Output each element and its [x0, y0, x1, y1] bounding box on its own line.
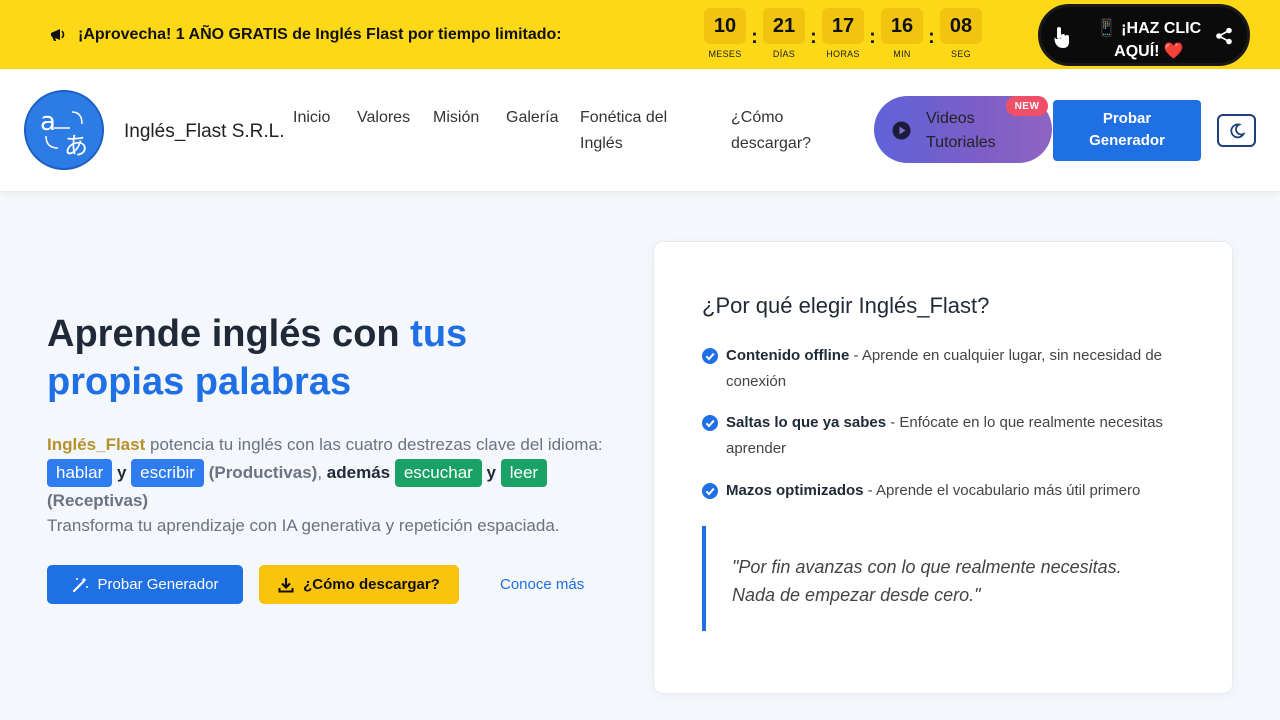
conjunction-y: y	[112, 463, 132, 482]
nav-link-mision[interactable]: Misión	[433, 105, 479, 131]
promo-text: ¡Aprovecha! 1 AÑO GRATIS de Inglés Flast…	[78, 26, 562, 43]
pointer-hand-icon	[1054, 27, 1069, 48]
countdown-separator: :	[751, 26, 758, 48]
probar-generador-label: Probar Generador	[97, 576, 219, 593]
skill-pill-escuchar: escuchar	[394, 459, 482, 487]
countdown-label: MESES	[708, 49, 742, 59]
check-circle-icon	[702, 415, 718, 431]
brand-logo[interactable]: a あ	[24, 90, 104, 170]
feature-text: Contenido offline - Aprende en cualquier…	[726, 343, 1182, 395]
countdown-separator: :	[869, 26, 876, 48]
hero-description: Inglés_Flast potencia tu inglés con las …	[47, 431, 607, 515]
megaphone-icon	[51, 29, 65, 41]
skill-pill-hablar: hablar	[47, 459, 113, 487]
click-here-line1: 📱 ¡HAZ CLIC	[1096, 20, 1202, 37]
feature-text: Mazos optimizados - Aprende el vocabular…	[726, 478, 1140, 504]
conjunction-y: y	[481, 463, 501, 482]
share-icon[interactable]	[1215, 27, 1233, 45]
countdown-value: 16	[881, 8, 923, 44]
como-descargar-button[interactable]: ¿Cómo descargar?	[259, 565, 459, 604]
feature-item: Mazos optimizados - Aprende el vocabular…	[702, 478, 1182, 504]
svg-text:あ: あ	[64, 132, 88, 160]
countdown-hours: 17 HORAS	[822, 8, 864, 59]
click-here-button[interactable]: 📱 ¡HAZ CLIC AQUÍ! ❤️	[1038, 4, 1250, 66]
download-icon	[278, 577, 294, 592]
click-here-line2: AQUÍ! ❤️	[1114, 43, 1184, 60]
card-title: ¿Por qué elegir Inglés_Flast?	[702, 293, 990, 318]
skill-pill-leer: leer	[500, 459, 548, 487]
countdown-minutes: 16 MIN	[881, 8, 923, 59]
countdown-value: 08	[940, 8, 982, 44]
feature-title: Contenido offline	[726, 347, 850, 364]
nav-link-fonetica[interactable]: Fonética del Inglés	[580, 105, 690, 157]
promo-bar: ¡Aprovecha! 1 AÑO GRATIS de Inglés Flast…	[0, 0, 1280, 69]
promo-message: ¡Aprovecha! 1 AÑO GRATIS de Inglés Flast…	[48, 25, 562, 45]
why-choose-card: ¿Por qué elegir Inglés_Flast? Contenido …	[653, 241, 1233, 694]
brand-name[interactable]: Inglés_Flast S.R.L.	[124, 121, 285, 143]
new-badge: NEW	[1006, 96, 1048, 116]
translate-icon: a あ	[40, 107, 88, 160]
countdown-value: 10	[704, 8, 746, 44]
countdown-value: 17	[822, 8, 864, 44]
feature-item: Saltas lo que ya sabes - Enfócate en lo …	[702, 410, 1182, 462]
skill-pill-escribir: escribir	[131, 459, 204, 487]
countdown-label: MIN	[893, 49, 911, 59]
hero-title-main: Aprende inglés con	[47, 313, 411, 355]
play-circle-icon	[892, 121, 911, 140]
countdown-days: 21 DÍAS	[763, 8, 805, 59]
countdown-label: DÍAS	[772, 49, 796, 59]
como-descargar-label: ¿Cómo descargar?	[303, 576, 440, 593]
feature-item: Contenido offline - Aprende en cualquier…	[702, 343, 1182, 395]
svg-text:a: a	[40, 107, 56, 137]
probar-generador-nav-label: Probar Generador	[1089, 110, 1165, 149]
countdown: 10 MESES : 21 DÍAS : 17 HORAS : 16 MIN :…	[704, 8, 982, 59]
feature-desc: - Aprende el vocabulario más útil primer…	[863, 482, 1141, 499]
countdown-months: 10 MESES	[704, 8, 746, 59]
hero-desc-brand: Inglés_Flast	[47, 435, 146, 454]
videos-tutoriales-label: Videos Tutoriales	[926, 110, 996, 151]
countdown-label: HORAS	[826, 49, 860, 59]
feature-title: Mazos optimizados	[726, 482, 864, 499]
ademas-text: además	[326, 463, 391, 482]
comma: ,	[317, 463, 327, 482]
conoce-mas-link[interactable]: Conoce más	[500, 576, 584, 593]
countdown-value: 21	[763, 8, 805, 44]
hero-subtext: Transforma tu aprendizaje con IA generat…	[47, 516, 560, 535]
magic-wand-icon	[72, 577, 88, 593]
theme-toggle-button[interactable]	[1217, 114, 1256, 147]
countdown-label: SEG	[951, 49, 971, 59]
nav-link-galeria[interactable]: Galería	[506, 105, 558, 131]
probar-generador-nav-button[interactable]: Probar Generador	[1053, 100, 1201, 161]
countdown-separator: :	[810, 26, 817, 48]
navbar: a あ Inglés_Flast S.R.L. Inicio Valores M…	[0, 69, 1280, 191]
nav-link-como-descargar[interactable]: ¿Cómo descargar?	[731, 105, 831, 157]
hero-title: Aprende inglés con tus propias palabras	[47, 310, 607, 406]
check-circle-icon	[702, 483, 718, 499]
nav-link-inicio[interactable]: Inicio	[293, 105, 330, 131]
countdown-seconds: 08 SEG	[940, 8, 982, 59]
testimonial-quote: "Por fin avanzas con lo que realmente ne…	[702, 526, 1162, 631]
moon-icon	[1229, 123, 1245, 138]
click-here-label: 📱 ¡HAZ CLIC AQUÍ! ❤️	[1089, 17, 1209, 63]
feature-text: Saltas lo que ya sabes - Enfócate en lo …	[726, 410, 1182, 462]
hero-desc-text: potencia tu inglés con las cuatro destre…	[145, 435, 603, 454]
countdown-separator: :	[928, 26, 935, 48]
probar-generador-button[interactable]: Probar Generador	[47, 565, 243, 604]
nav-link-valores[interactable]: Valores	[357, 105, 410, 131]
feature-title: Saltas lo que ya sabes	[726, 414, 887, 431]
productivas-label: (Productivas)	[203, 463, 318, 482]
receptivas-label: (Receptivas)	[47, 491, 149, 510]
check-circle-icon	[702, 348, 718, 364]
